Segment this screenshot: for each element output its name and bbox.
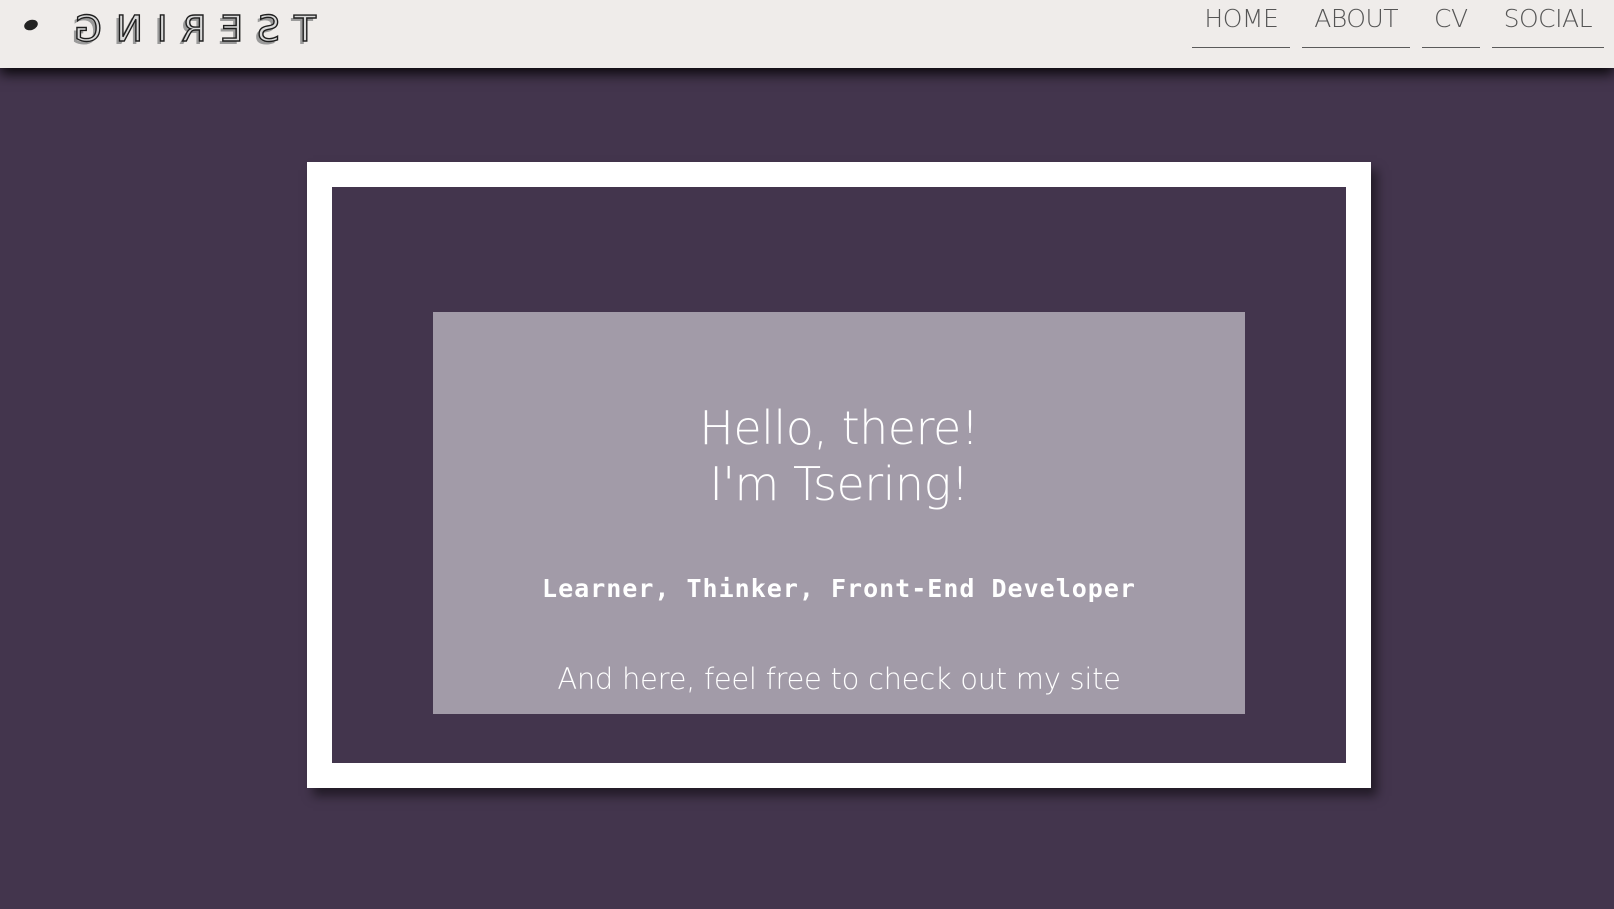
site-logo[interactable]: TSERING xyxy=(22,4,317,54)
main-nav: HOME ABOUT CV SOCIAL xyxy=(1192,0,1604,48)
hero-frame-inner: Hello, there! I'm Tsering! Learner, Thin… xyxy=(332,187,1346,763)
logo-text: TSERING xyxy=(59,8,317,50)
hero-tagline: Learner, Thinker, Front-End Developer xyxy=(542,574,1136,603)
logo-mark-icon xyxy=(22,17,40,33)
hero-frame: Hello, there! I'm Tsering! Learner, Thin… xyxy=(307,162,1371,788)
hero-panel: Hello, there! I'm Tsering! Learner, Thin… xyxy=(433,312,1245,714)
greeting-line-1: Hello, there! xyxy=(699,401,979,455)
hero-intro: And here, feel free to check out my site xyxy=(557,662,1121,696)
hero-greeting: Hello, there! I'm Tsering! xyxy=(433,400,1245,512)
site-header: TSERING HOME ABOUT CV SOCIAL xyxy=(0,0,1614,68)
nav-cv-link[interactable]: CV xyxy=(1422,0,1480,48)
nav-social-link[interactable]: SOCIAL xyxy=(1491,0,1604,48)
nav-about-link[interactable]: ABOUT xyxy=(1302,0,1411,48)
greeting-line-2: I'm Tsering! xyxy=(709,457,969,511)
nav-home-link[interactable]: HOME xyxy=(1192,0,1291,48)
